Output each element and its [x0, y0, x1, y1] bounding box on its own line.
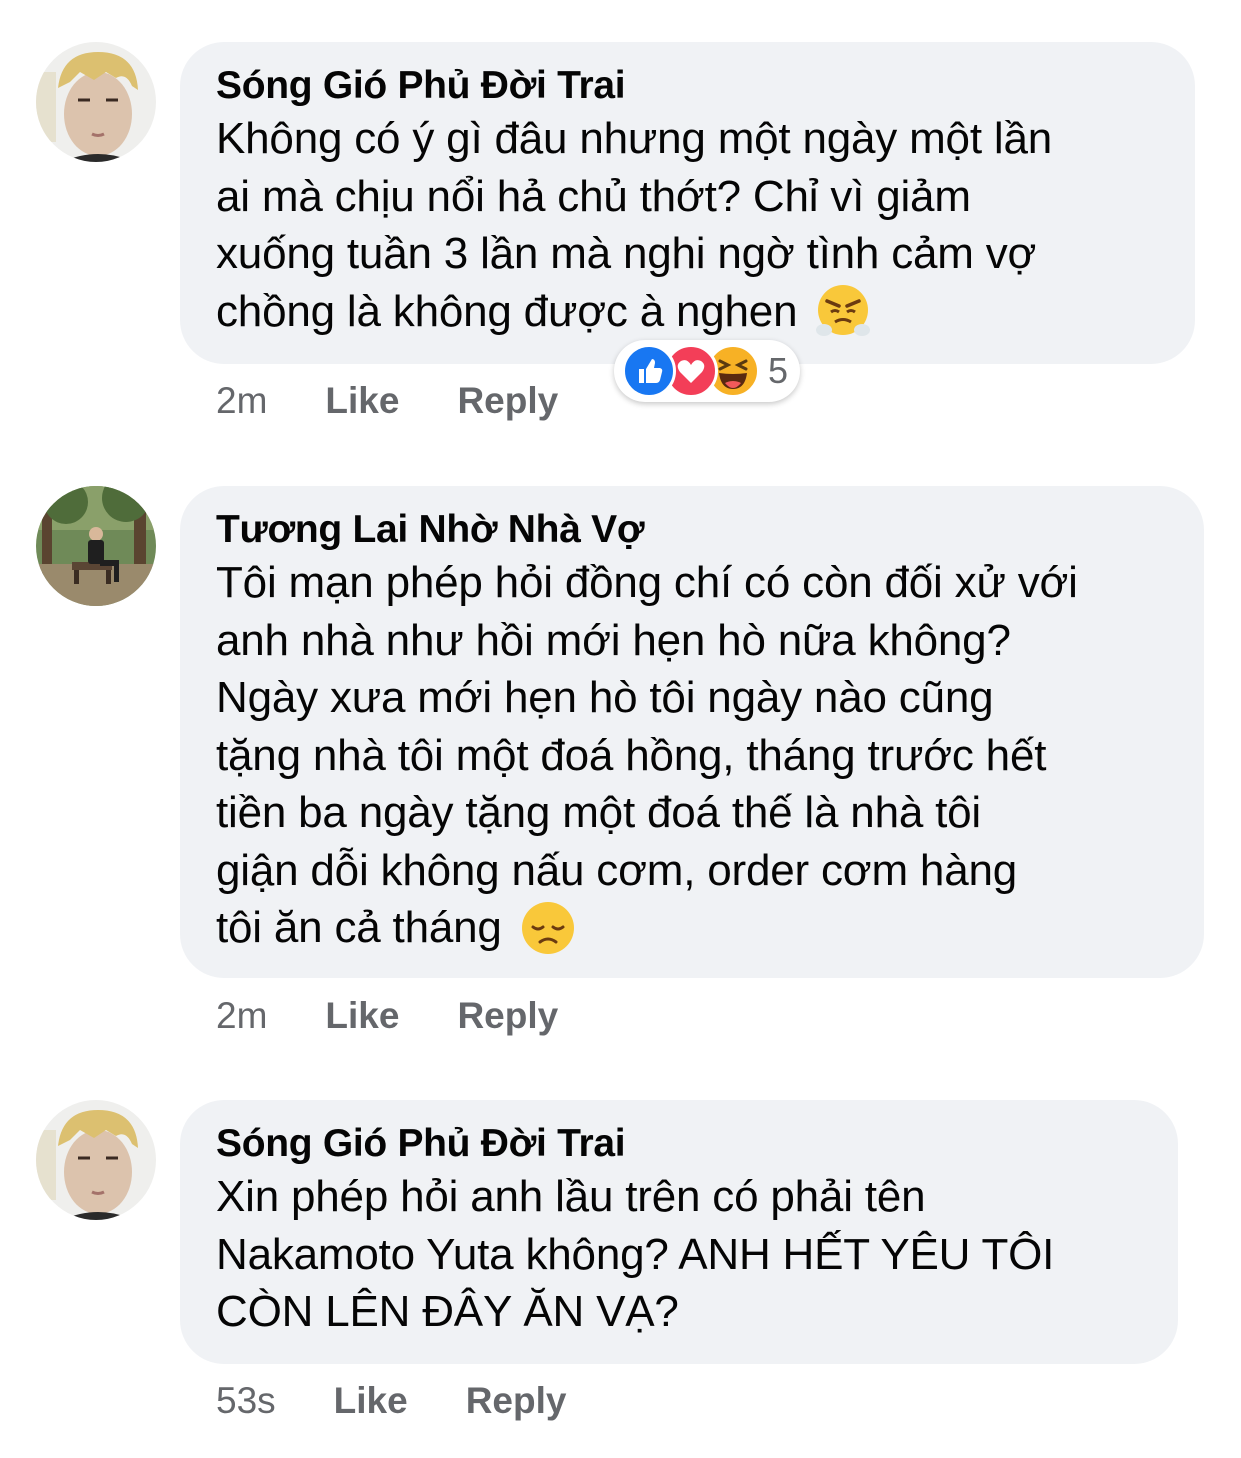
comment-line: anh nhà như hồi mới hẹn hò nữa không? — [216, 615, 1011, 665]
reply-button[interactable]: Reply — [466, 1380, 567, 1422]
comment-author[interactable]: Sóng Gió Phủ Đời Trai — [216, 1122, 1142, 1166]
like-button[interactable]: Like — [334, 1380, 408, 1422]
comment-line: ai mà chịu nổi hả chủ thớt? Chỉ vì giảm — [216, 171, 971, 221]
avatar-image-blond-man — [36, 1100, 156, 1220]
comment-author[interactable]: Tương Lai Nhờ Nhà Vợ — [216, 508, 1168, 552]
comment-line: Ngày xưa mới hẹn hò tôi ngày nào cũng — [216, 673, 994, 722]
reply-button[interactable]: Reply — [457, 995, 558, 1037]
comment-bubble: Tương Lai Nhờ Nhà Vợ Tôi mạn phép hỏi đồ… — [180, 486, 1204, 978]
avatar[interactable] — [36, 486, 156, 606]
huffing-face-emoji — [816, 285, 871, 337]
comment-line: Tôi mạn phép hỏi đồng chí có còn đối xử … — [216, 558, 1078, 607]
comment-timestamp[interactable]: 2m — [216, 995, 267, 1037]
reaction-count: 5 — [768, 350, 789, 391]
comment-bubble: Sóng Gió Phủ Đời Trai Không có ý gì đâu … — [180, 42, 1195, 364]
reaction-summary[interactable]: 5 — [614, 340, 801, 402]
avatar-image-man-on-bench — [36, 486, 156, 606]
comment-line-last: tôi ăn cả tháng — [216, 899, 1168, 957]
comment-line: tôi ăn cả tháng — [216, 903, 502, 952]
comment-line: tiền ba ngày tặng một đoá thế là nhà tôi — [216, 788, 982, 837]
comment-line: tặng nhà tôi một đoá hồng, tháng trước h… — [216, 730, 1047, 780]
disappointed-face-emoji — [521, 901, 574, 954]
comment-actions: 2m Like Reply — [216, 380, 558, 422]
comment-bubble: Sóng Gió Phủ Đời Trai Xin phép hỏi anh l… — [180, 1100, 1178, 1364]
like-reaction-icon — [622, 344, 676, 398]
comment-actions: 53s Like Reply — [216, 1380, 566, 1422]
comment-line: giận dỗi không nấu cơm, order cơm hàng — [216, 845, 1018, 895]
avatar-image-blond-man — [36, 42, 156, 162]
comment-line: CÒN LÊN ĐÂY ĂN VẠ? — [216, 1287, 679, 1336]
comment-text: Tôi mạn phép hỏi đồng chí có còn đối xử … — [216, 554, 1168, 957]
comment-line: Không có ý gì đâu nhưng một ngày một lần — [216, 114, 1052, 163]
comment-text: Không có ý gì đâu nhưng một ngày một lần… — [216, 110, 1159, 340]
comment-line: Xin phép hỏi anh lầu trên có phải tên — [216, 1172, 926, 1221]
like-button[interactable]: Like — [325, 380, 399, 422]
comment-author[interactable]: Sóng Gió Phủ Đời Trai — [216, 64, 1159, 108]
comment-actions: 2m Like Reply — [216, 995, 558, 1037]
comment-line: Nakamoto Yuta không? ANH HẾT YÊU TÔI — [216, 1229, 1055, 1279]
comment-timestamp[interactable]: 53s — [216, 1380, 276, 1422]
comment-line-last: chồng là không được à nghen — [216, 283, 1159, 341]
like-button[interactable]: Like — [325, 995, 399, 1037]
avatar[interactable] — [36, 42, 156, 162]
reply-button[interactable]: Reply — [457, 380, 558, 422]
comment-timestamp[interactable]: 2m — [216, 380, 267, 422]
avatar[interactable] — [36, 1100, 156, 1220]
comment-line: chồng là không được à nghen — [216, 286, 798, 336]
comment-text: Xin phép hỏi anh lầu trên có phải tên Na… — [216, 1168, 1142, 1341]
comment-line: xuống tuần 3 lần mà nghi ngờ tình cảm vợ — [216, 229, 1037, 278]
